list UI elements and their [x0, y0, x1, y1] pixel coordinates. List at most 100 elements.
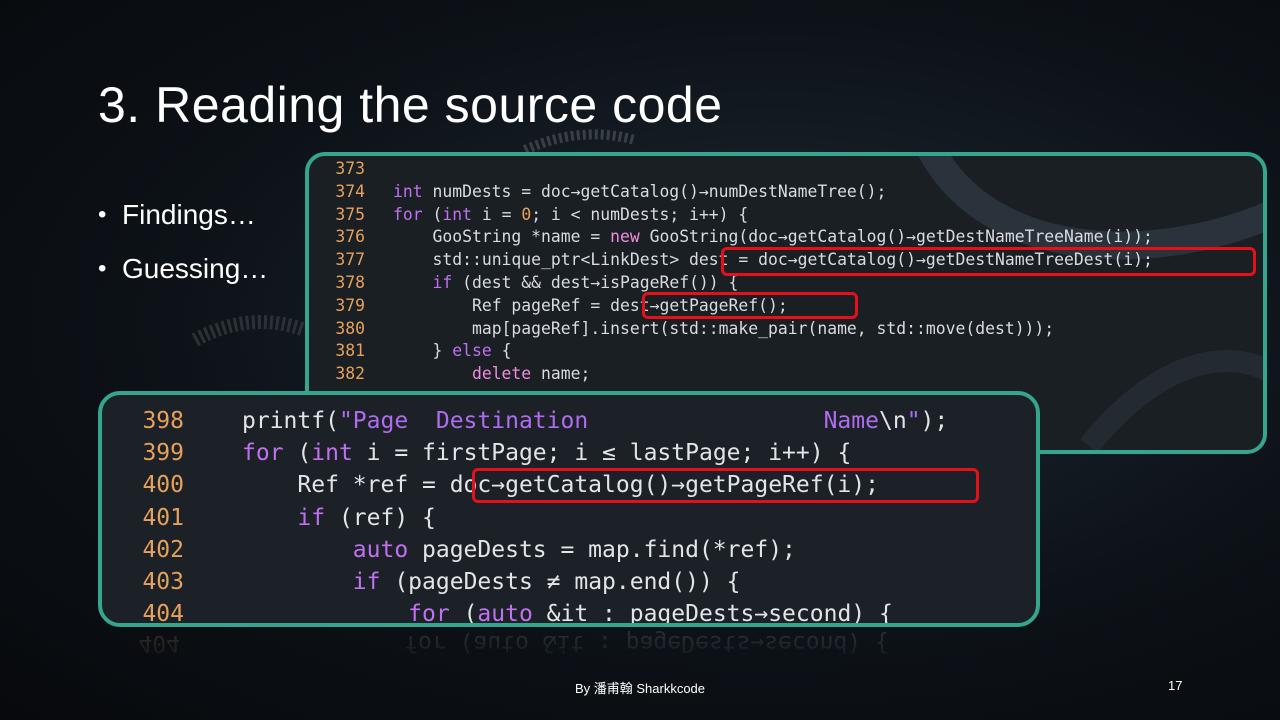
- line-number: 375: [335, 204, 365, 224]
- code-screenshot-bottom: 398 printf("Page Destination Name\n"); 39…: [98, 391, 1040, 627]
- code-reflection: 404 for (auto &it : pageDests→second) {: [98, 627, 1040, 671]
- line-number: 404: [142, 601, 184, 627]
- code-token: i =: [471, 204, 522, 224]
- code-token: auto: [473, 630, 529, 657]
- highlight-box: [472, 468, 979, 503]
- code-line: 375 for (int i = 0; i < numDests; i++) {: [309, 204, 748, 227]
- code-token: for: [242, 440, 284, 467]
- bullet-list: • Findings… • Guessing…: [98, 192, 268, 300]
- bullet-item: • Findings…: [98, 192, 268, 246]
- code-token: delete: [471, 364, 532, 384]
- bullet-dot: •: [98, 201, 107, 228]
- code-token: auto: [352, 536, 409, 563]
- code-token: if: [432, 273, 453, 292]
- code-token: GooString(doc→getCatalog()→getDestNameTr…: [639, 227, 1153, 247]
- bullet-dot: •: [98, 255, 107, 282]
- slide-title: 3. Reading the source code: [98, 77, 723, 133]
- code-token: pageDests = map.find(*ref);: [408, 536, 796, 563]
- code-token: printf(: [242, 408, 339, 434]
- code-line: 373: [309, 158, 393, 181]
- line-number: 398: [142, 408, 184, 434]
- code-line-reflection: 404 for (auto &it : pageDests→second) {: [98, 627, 889, 659]
- code-line: 399 for (int i = firstPage; i ≤ lastPage;…: [102, 437, 851, 469]
- line-number: 399: [142, 440, 184, 467]
- code-line: 403 if (pageDests ≠ map.end()) {: [102, 566, 741, 598]
- line-number: 377: [335, 250, 365, 270]
- line-number: 403: [142, 569, 184, 595]
- code-token: if: [352, 569, 381, 595]
- line-number: 379: [335, 295, 365, 315]
- page-number: 17: [1168, 678, 1183, 693]
- code-line: 381 } else {: [309, 340, 511, 363]
- code-token: );: [920, 408, 949, 434]
- bullet-item: • Guessing…: [98, 246, 268, 300]
- code-line: 402 auto pageDests = map.find(*ref);: [102, 534, 796, 566]
- code-token: numDests = doc→getCatalog()→numDestNameT…: [422, 181, 887, 201]
- code-token: (: [283, 440, 312, 467]
- code-line: 374 int numDests = doc→getCatalog()→numDe…: [309, 181, 886, 204]
- highlight-box: [721, 247, 1256, 276]
- line-number: 381: [335, 341, 365, 361]
- line-number: 374: [335, 181, 365, 201]
- code-token: (pageDests ≠ map.end()) {: [380, 569, 741, 595]
- code-token: 0: [521, 204, 532, 224]
- code-token: for: [393, 204, 423, 224]
- code-token: new: [610, 227, 640, 247]
- line-number: 373: [335, 159, 365, 178]
- line-number: 400: [142, 472, 184, 499]
- bullet-text: Guessing…: [122, 253, 269, 284]
- code-token: (ref) {: [325, 504, 436, 531]
- code-token: map[pageRef].insert(std::make_pair(name,…: [471, 318, 1055, 338]
- code-token: "Page Destination Name: [338, 408, 879, 434]
- code-token: (: [422, 204, 443, 224]
- code-token: }: [432, 341, 453, 361]
- line-number: 376: [335, 227, 365, 247]
- footer-author: By 潘甫翰 Sharkkcode: [574, 681, 706, 696]
- line-number: 404: [138, 630, 180, 657]
- code-token: &it : pageDests→second) {: [532, 601, 893, 627]
- code-line: 401 if (ref) {: [102, 502, 436, 534]
- code-token: GooString *name =: [432, 227, 611, 247]
- highlight-box: [642, 292, 858, 319]
- code-token: ; i < numDests; i++) {: [531, 204, 749, 224]
- code-token: &it : pageDests→second) {: [528, 630, 889, 657]
- code-token: for: [404, 630, 446, 657]
- code-token: (: [445, 630, 474, 657]
- decorative-feather-graphic: [191, 315, 308, 347]
- code-token: else: [452, 341, 492, 361]
- code-token: (: [449, 601, 478, 627]
- code-token: for: [408, 601, 450, 627]
- line-number: 401: [142, 504, 184, 531]
- code-line: 376 GooString *name = new GooString(doc→…: [309, 226, 1153, 249]
- code-token: name;: [531, 364, 591, 384]
- line-number: 402: [142, 536, 184, 563]
- line-number: 380: [335, 318, 365, 338]
- line-number: 378: [335, 273, 365, 292]
- code-token: ": [906, 408, 921, 434]
- line-number: 382: [335, 364, 365, 384]
- code-line: 398 printf("Page Destination Name\n");: [102, 405, 948, 437]
- code-token: i = firstPage; i ≤ lastPage; i++) {: [352, 440, 852, 467]
- code-line: 380 map[pageRef].insert(std::make_pair(n…: [309, 318, 1054, 341]
- code-line: 404 for (auto &it : pageDests→second) {: [102, 598, 893, 627]
- code-token: int: [442, 204, 472, 224]
- code-token: int: [393, 181, 423, 201]
- code-token: (dest && dest→isPageRef()) {: [452, 273, 739, 292]
- code-token: \n: [878, 408, 907, 434]
- code-line: 382 delete name;: [309, 363, 590, 386]
- code-token: auto: [477, 601, 533, 627]
- code-token: if: [297, 504, 326, 531]
- bullet-text: Findings…: [122, 199, 256, 230]
